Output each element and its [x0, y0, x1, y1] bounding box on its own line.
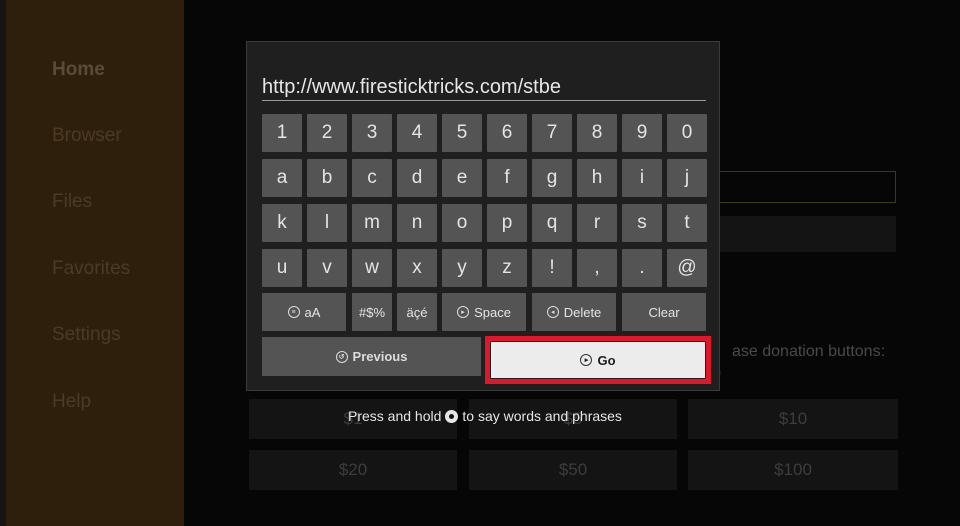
previous-button[interactable]: ↺ Previous: [262, 337, 481, 376]
key[interactable]: t: [667, 204, 707, 242]
key[interactable]: 5: [442, 114, 482, 152]
key[interactable]: a: [262, 159, 302, 197]
play-pause-icon: ▸: [580, 354, 593, 366]
key[interactable]: 4: [397, 114, 437, 152]
donation-button-100[interactable]: $100: [688, 450, 898, 490]
key[interactable]: z: [487, 249, 527, 287]
key[interactable]: w: [352, 249, 392, 287]
key[interactable]: y: [442, 249, 482, 287]
url-input[interactable]: http://www.firesticktricks.com/stbe: [262, 76, 561, 99]
symbols-key[interactable]: #$%: [352, 293, 392, 331]
key[interactable]: 0: [667, 114, 707, 152]
key[interactable]: k: [262, 204, 302, 242]
key[interactable]: f: [487, 159, 527, 197]
clear-key[interactable]: Clear: [622, 293, 706, 331]
sidebar-item-settings[interactable]: Settings: [52, 324, 121, 346]
rewind-icon: ◂: [546, 306, 559, 318]
key[interactable]: g: [532, 159, 572, 197]
sidebar-item-home[interactable]: Home: [52, 59, 105, 81]
key[interactable]: ,: [577, 249, 617, 287]
key[interactable]: c: [352, 159, 392, 197]
key[interactable]: 3: [352, 114, 392, 152]
key[interactable]: .: [622, 249, 662, 287]
keyboard-dialog: http://www.firesticktricks.com/stbe 1234…: [246, 41, 720, 391]
key[interactable]: h: [577, 159, 617, 197]
key[interactable]: 7: [532, 114, 572, 152]
donation-button-10[interactable]: $10: [688, 399, 898, 439]
key[interactable]: e: [442, 159, 482, 197]
accents-key[interactable]: äçé: [397, 293, 437, 331]
key[interactable]: m: [352, 204, 392, 242]
key[interactable]: 8: [577, 114, 617, 152]
key[interactable]: 9: [622, 114, 662, 152]
menu-icon: ≡: [287, 306, 300, 318]
case-toggle-key[interactable]: ≡ aA: [262, 293, 346, 331]
key[interactable]: o: [442, 204, 482, 242]
key[interactable]: b: [307, 159, 347, 197]
go-button[interactable]: ▸ Go: [491, 342, 705, 378]
delete-key[interactable]: ◂ Delete: [532, 293, 616, 331]
key[interactable]: s: [622, 204, 662, 242]
key[interactable]: r: [577, 204, 617, 242]
sidebar-item-files[interactable]: Files: [52, 191, 92, 213]
donation-button-50[interactable]: $50: [469, 450, 677, 490]
key[interactable]: 2: [307, 114, 347, 152]
sidebar-item-browser[interactable]: Browser: [52, 125, 122, 147]
play-pause-icon: ▸: [457, 306, 470, 318]
key[interactable]: n: [397, 204, 437, 242]
url-underline: [262, 100, 706, 101]
key[interactable]: v: [307, 249, 347, 287]
key[interactable]: l: [307, 204, 347, 242]
key[interactable]: @: [667, 249, 707, 287]
space-key[interactable]: ▸ Space: [442, 293, 526, 331]
voice-button-icon: [445, 409, 459, 423]
sidebar-item-favorites[interactable]: Favorites: [52, 258, 130, 280]
key[interactable]: u: [262, 249, 302, 287]
key[interactable]: 1: [262, 114, 302, 152]
sidebar-item-help[interactable]: Help: [52, 391, 91, 413]
key[interactable]: i: [622, 159, 662, 197]
key[interactable]: q: [532, 204, 572, 242]
key[interactable]: x: [397, 249, 437, 287]
sidebar-edge: [0, 0, 6, 526]
key[interactable]: !: [532, 249, 572, 287]
key[interactable]: d: [397, 159, 437, 197]
key[interactable]: p: [487, 204, 527, 242]
sidebar: Home Browser Files Favorites Settings He…: [0, 0, 184, 526]
donation-text: ase donation buttons:: [732, 343, 886, 360]
back-icon: ↺: [335, 350, 348, 363]
voice-hint: Press and hold to say words and phrases: [348, 408, 622, 424]
key[interactable]: 6: [487, 114, 527, 152]
donation-button-20[interactable]: $20: [249, 450, 457, 490]
key[interactable]: j: [667, 159, 707, 197]
